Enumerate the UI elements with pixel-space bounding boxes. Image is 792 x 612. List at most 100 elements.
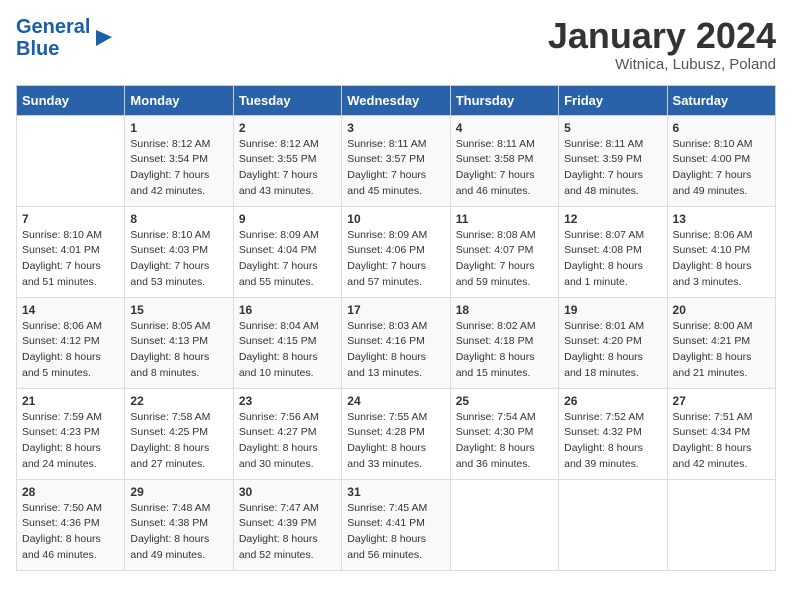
- day-number: 13: [673, 212, 770, 226]
- title-block: January 2024 Witnica, Lubusz, Poland: [548, 16, 776, 73]
- day-number: 23: [239, 394, 336, 408]
- calendar-cell: 15 Sunrise: 8:05 AMSunset: 4:13 PMDayligh…: [125, 297, 233, 388]
- calendar-cell: 4 Sunrise: 8:11 AMSunset: 3:58 PMDaylight…: [450, 115, 558, 206]
- calendar-cell: 30 Sunrise: 7:47 AMSunset: 4:39 PMDayligh…: [233, 479, 341, 570]
- day-number: 2: [239, 121, 336, 135]
- weekday-header-row: SundayMondayTuesdayWednesdayThursdayFrid…: [17, 85, 776, 115]
- day-info: Sunrise: 8:04 AMSunset: 4:15 PMDaylight:…: [239, 320, 319, 379]
- week-row-2: 7 Sunrise: 8:10 AMSunset: 4:01 PMDaylight…: [17, 206, 776, 297]
- day-number: 19: [564, 303, 661, 317]
- day-number: 7: [22, 212, 119, 226]
- day-info: Sunrise: 7:58 AMSunset: 4:25 PMDaylight:…: [130, 411, 210, 470]
- day-info: Sunrise: 7:59 AMSunset: 4:23 PMDaylight:…: [22, 411, 102, 470]
- week-row-3: 14 Sunrise: 8:06 AMSunset: 4:12 PMDayligh…: [17, 297, 776, 388]
- calendar-cell: 23 Sunrise: 7:56 AMSunset: 4:27 PMDayligh…: [233, 388, 341, 479]
- day-number: 20: [673, 303, 770, 317]
- calendar-cell: [450, 479, 558, 570]
- day-info: Sunrise: 8:11 AMSunset: 3:58 PMDaylight:…: [456, 138, 535, 197]
- day-info: Sunrise: 8:08 AMSunset: 4:07 PMDaylight:…: [456, 229, 536, 288]
- location: Witnica, Lubusz, Poland: [548, 56, 776, 73]
- day-number: 17: [347, 303, 444, 317]
- calendar-cell: 1 Sunrise: 8:12 AMSunset: 3:54 PMDaylight…: [125, 115, 233, 206]
- calendar-cell: 19 Sunrise: 8:01 AMSunset: 4:20 PMDayligh…: [559, 297, 667, 388]
- logo-text: General Blue: [16, 16, 90, 60]
- day-info: Sunrise: 7:50 AMSunset: 4:36 PMDaylight:…: [22, 502, 102, 561]
- day-number: 31: [347, 485, 444, 499]
- logo-icon: [92, 26, 114, 48]
- day-number: 4: [456, 121, 553, 135]
- calendar-cell: 18Sunrise: 8:02 AMSunset: 4:18 PMDayligh…: [450, 297, 558, 388]
- calendar-cell: 28 Sunrise: 7:50 AMSunset: 4:36 PMDayligh…: [17, 479, 125, 570]
- day-info: Sunrise: 8:10 AMSunset: 4:01 PMDaylight:…: [22, 229, 102, 288]
- calendar-cell: 11 Sunrise: 8:08 AMSunset: 4:07 PMDayligh…: [450, 206, 558, 297]
- day-number: 16: [239, 303, 336, 317]
- day-number: 14: [22, 303, 119, 317]
- day-info: Sunrise: 8:12 AMSunset: 3:54 PMDaylight:…: [130, 138, 210, 197]
- day-info: Sunrise: 7:48 AMSunset: 4:38 PMDaylight:…: [130, 502, 210, 561]
- day-number: 5: [564, 121, 661, 135]
- day-number: 22: [130, 394, 227, 408]
- day-number: 28: [22, 485, 119, 499]
- weekday-header-friday: Friday: [559, 85, 667, 115]
- day-number: 12: [564, 212, 661, 226]
- day-number: 11: [456, 212, 553, 226]
- day-number: 3: [347, 121, 444, 135]
- day-number: 10: [347, 212, 444, 226]
- day-number: 26: [564, 394, 661, 408]
- logo-general: General: [16, 16, 90, 38]
- calendar-cell: 24 Sunrise: 7:55 AMSunset: 4:28 PMDayligh…: [342, 388, 450, 479]
- calendar-table: SundayMondayTuesdayWednesdayThursdayFrid…: [16, 85, 776, 571]
- day-number: 27: [673, 394, 770, 408]
- calendar-cell: 25 Sunrise: 7:54 AMSunset: 4:30 PMDayligh…: [450, 388, 558, 479]
- day-info: Sunrise: 8:06 AMSunset: 4:12 PMDaylight:…: [22, 320, 102, 379]
- day-info: Sunrise: 7:55 AMSunset: 4:28 PMDaylight:…: [347, 411, 427, 470]
- month-title: January 2024: [548, 16, 776, 56]
- day-number: 6: [673, 121, 770, 135]
- day-number: 1: [130, 121, 227, 135]
- day-number: 25: [456, 394, 553, 408]
- calendar-cell: 21Sunrise: 7:59 AMSunset: 4:23 PMDayligh…: [17, 388, 125, 479]
- calendar-cell: 22 Sunrise: 7:58 AMSunset: 4:25 PMDayligh…: [125, 388, 233, 479]
- day-info: Sunrise: 8:03 AMSunset: 4:16 PMDaylight:…: [347, 320, 427, 379]
- day-number: 15: [130, 303, 227, 317]
- calendar-cell: 5Sunrise: 8:11 AMSunset: 3:59 PMDaylight…: [559, 115, 667, 206]
- day-info: Sunrise: 7:54 AMSunset: 4:30 PMDaylight:…: [456, 411, 536, 470]
- calendar-cell: [17, 115, 125, 206]
- day-number: 18: [456, 303, 553, 317]
- calendar-cell: 13Sunrise: 8:06 AMSunset: 4:10 PMDayligh…: [667, 206, 775, 297]
- calendar-cell: 7 Sunrise: 8:10 AMSunset: 4:01 PMDaylight…: [17, 206, 125, 297]
- week-row-5: 28 Sunrise: 7:50 AMSunset: 4:36 PMDayligh…: [17, 479, 776, 570]
- day-number: 30: [239, 485, 336, 499]
- calendar-cell: [667, 479, 775, 570]
- weekday-header-saturday: Saturday: [667, 85, 775, 115]
- day-info: Sunrise: 8:12 AMSunset: 3:55 PMDaylight:…: [239, 138, 319, 197]
- logo: General Blue: [16, 16, 114, 60]
- day-info: Sunrise: 8:10 AMSunset: 4:03 PMDaylight:…: [130, 229, 210, 288]
- page-header: General Blue January 2024 Witnica, Lubus…: [16, 16, 776, 73]
- day-info: Sunrise: 7:47 AMSunset: 4:39 PMDaylight:…: [239, 502, 319, 561]
- week-row-1: 1 Sunrise: 8:12 AMSunset: 3:54 PMDaylight…: [17, 115, 776, 206]
- day-info: Sunrise: 7:52 AMSunset: 4:32 PMDaylight:…: [564, 411, 644, 470]
- calendar-cell: 17 Sunrise: 8:03 AMSunset: 4:16 PMDayligh…: [342, 297, 450, 388]
- day-number: 24: [347, 394, 444, 408]
- day-info: Sunrise: 8:11 AMSunset: 3:57 PMDaylight:…: [347, 138, 426, 197]
- day-info: Sunrise: 7:51 AMSunset: 4:34 PMDaylight:…: [673, 411, 753, 470]
- weekday-header-wednesday: Wednesday: [342, 85, 450, 115]
- day-info: Sunrise: 8:09 AMSunset: 4:06 PMDaylight:…: [347, 229, 427, 288]
- calendar-cell: [559, 479, 667, 570]
- day-info: Sunrise: 8:01 AMSunset: 4:20 PMDaylight:…: [564, 320, 644, 379]
- logo-blue: Blue: [16, 38, 59, 60]
- day-info: Sunrise: 8:09 AMSunset: 4:04 PMDaylight:…: [239, 229, 319, 288]
- calendar-cell: 10 Sunrise: 8:09 AMSunset: 4:06 PMDayligh…: [342, 206, 450, 297]
- calendar-cell: 16 Sunrise: 8:04 AMSunset: 4:15 PMDayligh…: [233, 297, 341, 388]
- calendar-cell: 26 Sunrise: 7:52 AMSunset: 4:32 PMDayligh…: [559, 388, 667, 479]
- day-info: Sunrise: 7:56 AMSunset: 4:27 PMDaylight:…: [239, 411, 319, 470]
- calendar-cell: 3 Sunrise: 8:11 AMSunset: 3:57 PMDaylight…: [342, 115, 450, 206]
- day-info: Sunrise: 8:05 AMSunset: 4:13 PMDaylight:…: [130, 320, 210, 379]
- day-info: Sunrise: 8:07 AMSunset: 4:08 PMDaylight:…: [564, 229, 644, 288]
- calendar-cell: 14 Sunrise: 8:06 AMSunset: 4:12 PMDayligh…: [17, 297, 125, 388]
- calendar-cell: 29Sunrise: 7:48 AMSunset: 4:38 PMDayligh…: [125, 479, 233, 570]
- weekday-header-thursday: Thursday: [450, 85, 558, 115]
- calendar-cell: 2 Sunrise: 8:12 AMSunset: 3:55 PMDaylight…: [233, 115, 341, 206]
- day-info: Sunrise: 8:00 AMSunset: 4:21 PMDaylight:…: [673, 320, 753, 379]
